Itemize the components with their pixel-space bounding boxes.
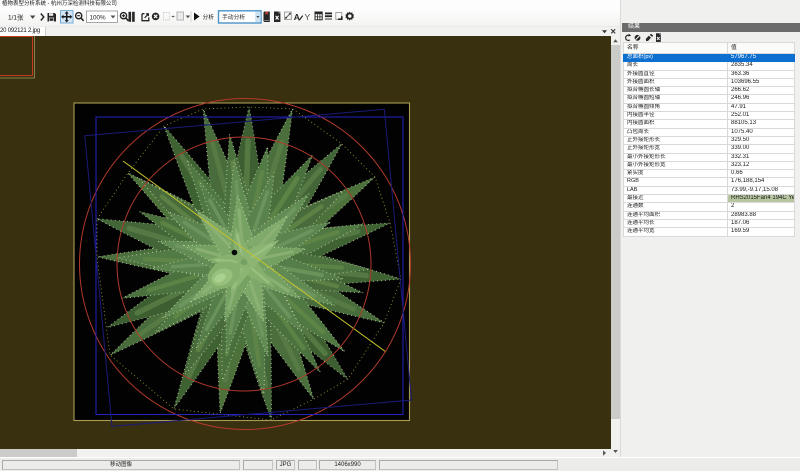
svg-text:100%: 100% — [90, 14, 107, 21]
svg-text:分析: 分析 — [203, 13, 215, 21]
svg-text:手动分析: 手动分析 — [222, 13, 245, 21]
svg-text:1/1张: 1/1张 — [8, 13, 24, 22]
svg-text:Y: Y — [305, 12, 311, 22]
